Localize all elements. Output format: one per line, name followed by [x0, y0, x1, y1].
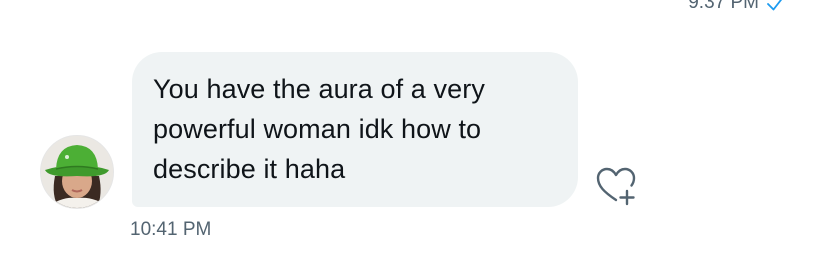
sender-avatar[interactable] [40, 135, 114, 209]
message-bubble[interactable]: You have the aura of a very powerful wom… [132, 52, 578, 207]
message-line-2: powerful woman idk how to [153, 114, 482, 144]
message-line-3: describe it haha [153, 154, 346, 184]
previous-message-timestamp: 9:37 PM [688, 0, 759, 13]
message-timestamp: 10:41 PM [130, 219, 212, 240]
dm-conversation: 9:37 PM You have the aura of a very powe… [0, 0, 827, 275]
check-icon [765, 0, 787, 14]
heart-plus-icon [596, 167, 636, 206]
message-line-1: You have the aura of a very [153, 74, 485, 104]
previous-message-meta: 9:37 PM [688, 0, 787, 14]
add-reaction-button[interactable] [594, 164, 640, 210]
avatar-photo [41, 136, 113, 208]
message-text: You have the aura of a very powerful wom… [153, 69, 558, 189]
